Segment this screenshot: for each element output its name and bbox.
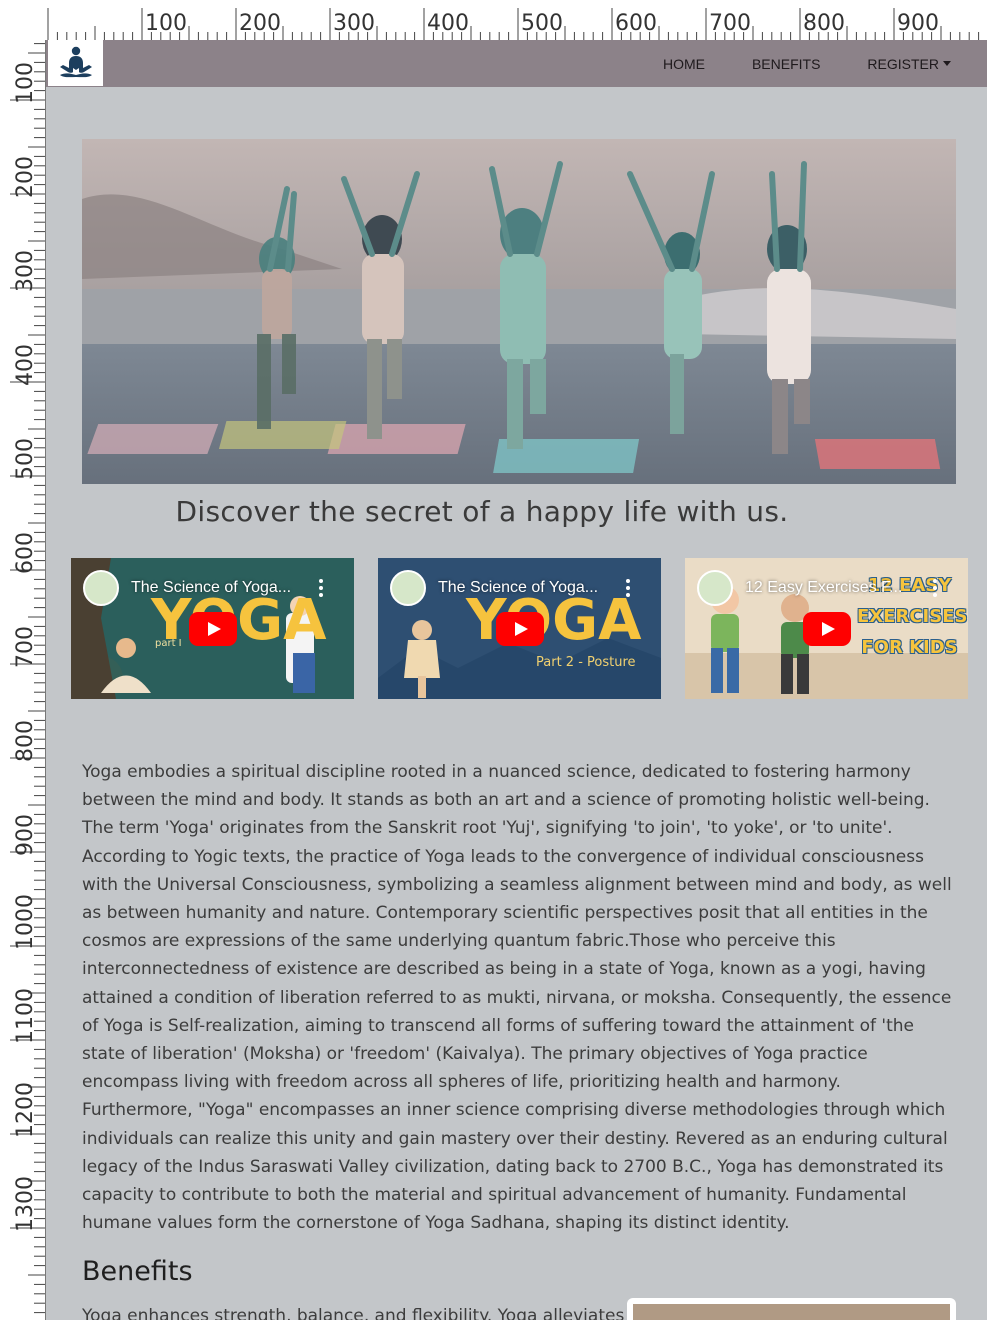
ruler-top-scale: 100 200 300 400 500 600 700 800 900: [47, 8, 980, 40]
more-vert-icon[interactable]: [625, 578, 631, 598]
ruler-label: 800: [803, 11, 845, 36]
nav-register-dropdown[interactable]: REGISTER: [867, 56, 951, 72]
ruler-label: 800: [13, 720, 38, 762]
ruler-label: 700: [709, 11, 751, 36]
channel-avatar[interactable]: [697, 570, 733, 606]
ruler-label: 500: [13, 438, 38, 480]
ruler-corner: [0, 0, 46, 40]
brand-logo[interactable]: [48, 40, 103, 86]
play-icon[interactable]: [802, 611, 851, 646]
benefits-image: [627, 1298, 956, 1320]
ruler-label: 400: [427, 11, 469, 36]
about-yoga-paragraph: Yoga embodies a spiritual discipline roo…: [82, 762, 952, 1234]
benefits-photo: [633, 1304, 950, 1320]
ruler-label: 300: [333, 11, 375, 36]
channel-avatar[interactable]: [390, 570, 426, 606]
ruler-left-scale: 100 200 300 400 500 600 700 800 900 1000 1100 1200 1…: [10, 43, 45, 1314]
ruler-label: 1200: [13, 1082, 38, 1138]
ruler-label: 100: [145, 11, 187, 36]
ruler-label: 200: [239, 11, 281, 36]
ruler-left: 100 200 300 400 500 600 700 800 900 1000 1100 1200 1…: [0, 40, 46, 1320]
ruler-label: 200: [13, 156, 38, 198]
play-icon[interactable]: [188, 611, 237, 646]
hero-image: [82, 139, 956, 484]
ruler-label: 1300: [13, 1176, 38, 1232]
ruler-label: 1000: [13, 894, 38, 950]
benefits-paragraph: Yoga enhances strength, balance, and fle…: [82, 1306, 625, 1320]
ruler-label: 400: [13, 344, 38, 386]
play-icon[interactable]: [495, 611, 544, 646]
ruler-label: 600: [13, 532, 38, 574]
nav-register-label: REGISTER: [867, 55, 939, 72]
ruler-label: 900: [13, 814, 38, 856]
video-3-title[interactable]: 12 Easy Exercises F...: [745, 579, 902, 597]
ruler-label: 500: [521, 11, 563, 36]
ruler-label: 900: [897, 11, 939, 36]
nav-links: HOME BENEFITS REGISTER: [616, 40, 951, 87]
video-2-thumb-title: YOGA: [466, 588, 642, 653]
ruler-label: 600: [615, 11, 657, 36]
navbar: HOME BENEFITS REGISTER: [46, 40, 987, 87]
nav-benefits[interactable]: BENEFITS: [752, 56, 820, 72]
channel-avatar[interactable]: [83, 570, 119, 606]
more-vert-icon[interactable]: [318, 578, 324, 598]
hero-photo-yoga-beach: [82, 139, 956, 484]
nav-home[interactable]: HOME: [663, 56, 705, 72]
video-1-title[interactable]: The Science of Yoga...: [131, 579, 291, 597]
ruler-top: 100 200 300 400 500 600 700 800 900: [0, 0, 987, 40]
video-2-title[interactable]: The Science of Yoga...: [438, 579, 598, 597]
hero-tagline: Discover the secret of a happy life with…: [175, 495, 789, 528]
benefits-heading: Benefits: [82, 1256, 193, 1287]
yoga-meditation-icon: [59, 46, 92, 78]
video-embed-2[interactable]: YOGA Part 2 - Posture The Science of Yog…: [378, 558, 661, 699]
ruler-label: 1100: [13, 988, 38, 1044]
ruler-label: 100: [13, 62, 38, 104]
video-embed-1[interactable]: YOGA part I The Science of Yoga...: [71, 558, 354, 699]
more-vert-icon[interactable]: [932, 578, 938, 598]
ruler-label: 700: [13, 626, 38, 668]
video-2-thumb-sub: Part 2 - Posture: [536, 655, 636, 670]
video-1-thumb-sub: part I: [155, 638, 182, 649]
video-embed-3[interactable]: 12 EASY EXERCISES FOR KIDS 12 Easy Exerc…: [685, 558, 968, 699]
caret-down-icon: [943, 60, 951, 66]
ruler-label: 300: [13, 250, 38, 292]
